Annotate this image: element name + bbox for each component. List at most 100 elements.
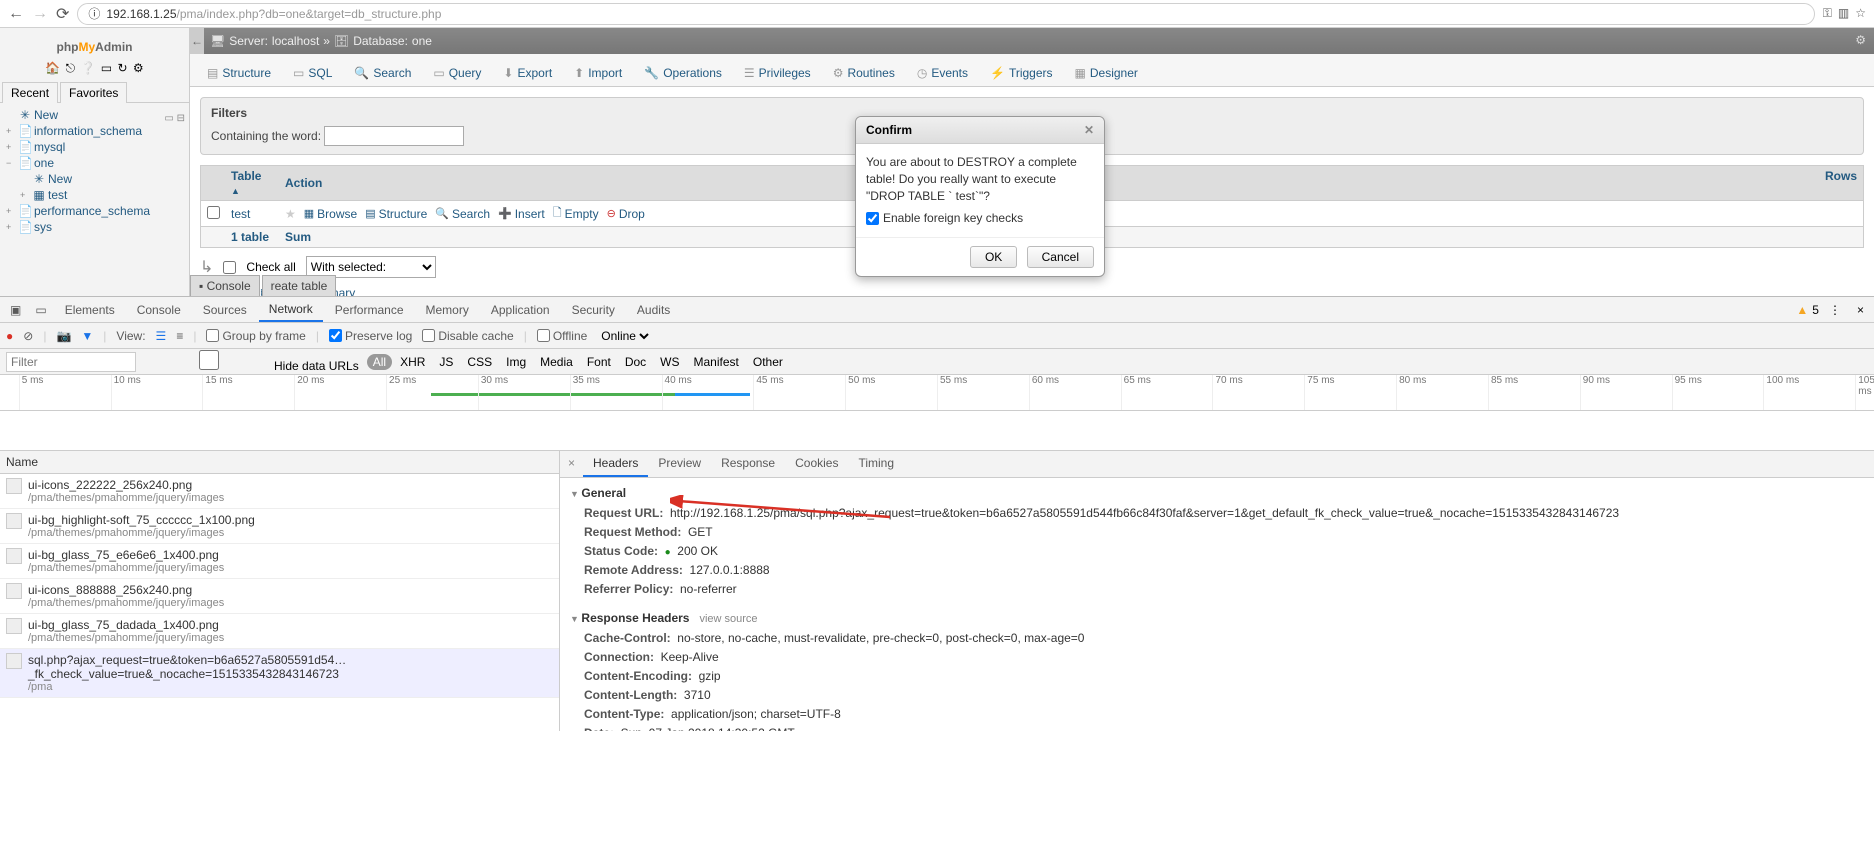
- filter-type-media[interactable]: Media: [534, 354, 579, 370]
- toptab-search[interactable]: 🔍Search: [345, 60, 420, 86]
- detail-tab-preview[interactable]: Preview: [648, 451, 711, 477]
- settings-icon[interactable]: ⚙: [133, 61, 144, 75]
- browse-action[interactable]: ▦Browse: [304, 207, 357, 221]
- filter-type-manifest[interactable]: Manifest: [688, 354, 745, 370]
- devtools-close-icon[interactable]: ×: [1851, 303, 1870, 317]
- ok-button[interactable]: OK: [970, 246, 1017, 268]
- network-request-row[interactable]: ui-icons_888888_256x240.png/pma/themes/p…: [0, 579, 559, 614]
- tree-node[interactable]: +📄sys: [6, 219, 183, 235]
- filter-type-img[interactable]: Img: [500, 354, 532, 370]
- toptab-import[interactable]: ⬆Import: [565, 60, 631, 86]
- detail-tab-cookies[interactable]: Cookies: [785, 451, 848, 477]
- detail-tab-headers[interactable]: Headers: [583, 451, 648, 477]
- timeline[interactable]: 5 ms10 ms15 ms20 ms25 ms30 ms35 ms40 ms4…: [0, 375, 1874, 411]
- tree-node[interactable]: ✳New: [6, 171, 183, 187]
- timeline-overview[interactable]: [0, 411, 1874, 451]
- tree-node[interactable]: +📄information_schema: [6, 123, 183, 139]
- group-by-frame-checkbox[interactable]: [206, 329, 219, 342]
- filter-type-doc[interactable]: Doc: [619, 354, 652, 370]
- netlist-header-name[interactable]: Name: [0, 451, 559, 474]
- collapse-handle[interactable]: ▭ ⊟: [164, 113, 185, 124]
- filter-type-js[interactable]: JS: [433, 354, 459, 370]
- drop-action[interactable]: ⊖Drop: [607, 207, 645, 221]
- devtools-tab-memory[interactable]: Memory: [416, 299, 479, 321]
- inspect-icon[interactable]: ▣: [4, 303, 27, 317]
- devtools-menu-icon[interactable]: ⋮: [1823, 303, 1847, 317]
- favorite-star-icon[interactable]: ★: [285, 207, 296, 221]
- forward-button[interactable]: →: [32, 5, 48, 23]
- filter-type-xhr[interactable]: XHR: [394, 354, 431, 370]
- empty-action[interactable]: 🗋Empty: [553, 204, 599, 223]
- page-settings-icon[interactable]: ⚙: [1855, 33, 1866, 47]
- containing-word-input[interactable]: [324, 126, 464, 146]
- sql-icon[interactable]: ▭: [101, 61, 112, 75]
- filter-type-css[interactable]: CSS: [461, 354, 498, 370]
- network-request-row[interactable]: sql.php?ajax_request=true&token=b6a6527a…: [0, 649, 559, 698]
- toptab-query[interactable]: ▭Query: [424, 60, 490, 86]
- tab-favorites[interactable]: Favorites: [60, 82, 127, 103]
- toptab-privileges[interactable]: ☰Privileges: [735, 60, 820, 86]
- toptab-structure[interactable]: ▤Structure: [198, 60, 280, 86]
- devtools-tab-security[interactable]: Security: [562, 299, 625, 321]
- col-table[interactable]: Table ▲: [225, 166, 279, 200]
- breadcrumb-db[interactable]: one: [412, 34, 432, 48]
- view-large-icon[interactable]: ☰: [156, 329, 167, 343]
- detail-tab-timing[interactable]: Timing: [848, 451, 904, 477]
- cancel-button[interactable]: Cancel: [1027, 246, 1094, 268]
- home-icon[interactable]: 🏠: [45, 61, 60, 75]
- toptab-operations[interactable]: 🔧Operations: [635, 60, 731, 86]
- devtools-tab-elements[interactable]: Elements: [55, 299, 125, 321]
- devtools-tab-console[interactable]: Console: [127, 299, 191, 321]
- search-action[interactable]: 🔍Search: [435, 207, 490, 221]
- key-icon[interactable]: ⚿: [1823, 6, 1832, 21]
- throttling-select[interactable]: Online: [597, 328, 652, 344]
- network-request-row[interactable]: ui-bg_highlight-soft_75_cccccc_1x100.png…: [0, 509, 559, 544]
- devtools-tab-sources[interactable]: Sources: [193, 299, 257, 321]
- logout-icon[interactable]: ⎋: [66, 61, 76, 75]
- row-checkbox[interactable]: [207, 206, 220, 219]
- reload-button[interactable]: ⟳: [56, 4, 69, 24]
- structure-action[interactable]: ▤Structure: [365, 207, 427, 221]
- capture-screenshots-icon[interactable]: 📷: [56, 329, 71, 343]
- console-tab[interactable]: ▪ Console: [190, 275, 260, 296]
- back-button[interactable]: ←: [8, 5, 24, 23]
- filter-input[interactable]: [6, 352, 136, 372]
- offline-checkbox[interactable]: [537, 329, 550, 342]
- filter-type-font[interactable]: Font: [581, 354, 617, 370]
- general-section-header[interactable]: General: [570, 482, 1864, 504]
- device-icon[interactable]: ▭: [29, 303, 52, 317]
- toptab-export[interactable]: ⬇Export: [494, 60, 561, 86]
- tree-node[interactable]: +📄performance_schema: [6, 203, 183, 219]
- preserve-log-checkbox[interactable]: [329, 329, 342, 342]
- breadcrumb-server[interactable]: localhost: [272, 34, 319, 48]
- check-all-checkbox[interactable]: [223, 261, 236, 274]
- toptab-routines[interactable]: ⚙Routines: [824, 60, 904, 86]
- hide-data-urls-checkbox[interactable]: [144, 350, 274, 370]
- url-bar[interactable]: ⓘ 192.168.1.25/pma/index.php?db=one&targ…: [77, 3, 1814, 25]
- network-request-row[interactable]: ui-bg_glass_75_dadada_1x400.png/pma/them…: [0, 614, 559, 649]
- filter-type-ws[interactable]: WS: [654, 354, 685, 370]
- enable-fk-checkbox[interactable]: [866, 210, 879, 227]
- tree-node[interactable]: ✳New: [6, 107, 183, 123]
- clear-button[interactable]: ⊘: [23, 329, 33, 343]
- tree-node[interactable]: +📄mysql: [6, 139, 183, 155]
- tree-node[interactable]: −📄one: [6, 155, 183, 171]
- puzzle-icon[interactable]: ▥: [1838, 6, 1849, 21]
- view-source-link[interactable]: view source: [699, 613, 757, 625]
- star-icon[interactable]: ☆: [1855, 6, 1866, 21]
- view-small-icon[interactable]: ≡: [176, 329, 183, 343]
- response-headers-section-header[interactable]: Response Headersview source: [570, 607, 1864, 629]
- network-request-row[interactable]: ui-bg_glass_75_e6e6e6_1x400.png/pma/them…: [0, 544, 559, 579]
- devtools-tab-network[interactable]: Network: [259, 298, 323, 322]
- table-name-link[interactable]: test: [231, 207, 250, 221]
- reload-icon[interactable]: ↻: [117, 61, 127, 75]
- devtools-tab-performance[interactable]: Performance: [325, 299, 414, 321]
- filter-toggle-icon[interactable]: ▼: [81, 329, 93, 343]
- docs-icon[interactable]: ❔: [80, 61, 95, 75]
- toptab-sql[interactable]: ▭SQL: [284, 60, 341, 86]
- phpmyadmin-logo[interactable]: phpMyAdmin: [0, 28, 189, 59]
- toptab-triggers[interactable]: ⚡Triggers: [981, 60, 1062, 86]
- disable-cache-checkbox[interactable]: [422, 329, 435, 342]
- network-request-row[interactable]: ui-icons_222222_256x240.png/pma/themes/p…: [0, 474, 559, 509]
- dialog-close-icon[interactable]: ✕: [1084, 123, 1094, 137]
